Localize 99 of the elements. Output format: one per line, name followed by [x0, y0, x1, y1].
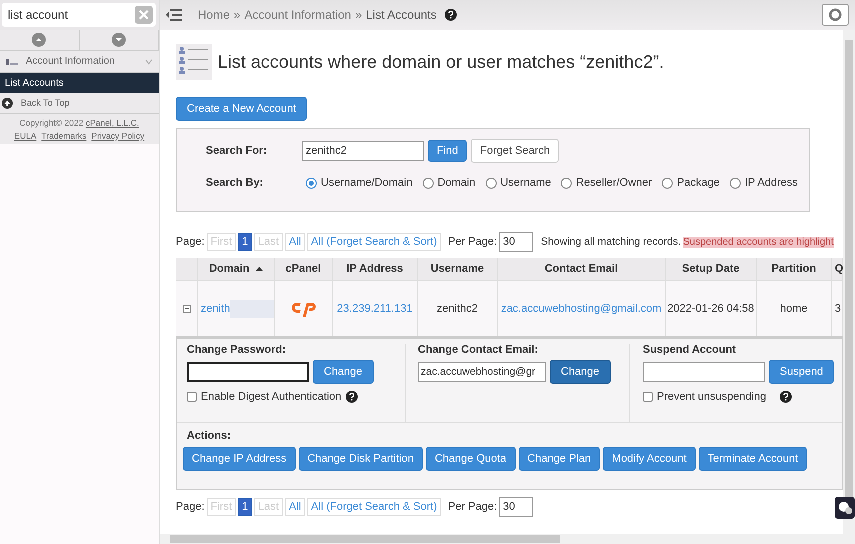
sort-icon	[256, 267, 263, 271]
suspend-reason-field[interactable]	[643, 362, 765, 382]
breadcrumb-current: List Accounts	[366, 8, 437, 22]
vertical-scrollbar[interactable]	[843, 30, 855, 534]
page-button[interactable]: All (Forget Search & Sort)	[307, 233, 442, 251]
search-by-radio[interactable]: Username/Domain	[306, 177, 413, 189]
checkbox-label: Enable Digest Authentication	[201, 391, 342, 403]
breadcrumb-link[interactable]: Account Information	[244, 8, 352, 22]
checkbox[interactable]	[187, 392, 197, 402]
footer-link[interactable]: EULA	[14, 131, 37, 141]
search-by-radio[interactable]: Domain	[422, 177, 476, 189]
action-button[interactable]: Change Quota	[426, 447, 516, 471]
suspended-notice: Suspended accounts are highlight	[683, 236, 834, 248]
column-header[interactable]: Q	[832, 258, 843, 280]
status-text: Showing all matching records.	[541, 236, 682, 248]
per-page-label: Per Page:	[448, 236, 498, 248]
help-icon[interactable]	[444, 9, 457, 21]
password-field[interactable]	[187, 362, 309, 382]
search-by-radio[interactable]: IP Address	[730, 177, 798, 189]
table-cell: home	[780, 302, 808, 314]
current-page-button[interactable]: 1	[238, 498, 252, 516]
search-by-radio[interactable]: Reseller/Owner	[561, 177, 652, 189]
suspend-button[interactable]: Suspend	[769, 360, 834, 384]
radio-button[interactable]	[730, 178, 741, 188]
footer-link[interactable]: Privacy Policy	[92, 131, 145, 141]
table-cell: 2022-01-26 04:58	[668, 302, 754, 314]
find-button[interactable]: Find	[428, 140, 468, 162]
table-link[interactable]: 23.239.211.131	[337, 302, 413, 314]
column-header[interactable]: cPanel	[275, 258, 333, 280]
search-for-field[interactable]: zenithc2	[302, 141, 424, 161]
change-email-label: Change Contact Email:	[418, 344, 540, 356]
create-account-button[interactable]: Create a New Account	[176, 97, 308, 121]
help-icon[interactable]	[780, 391, 792, 403]
table-cell: zenithc2	[437, 302, 478, 314]
per-page-field[interactable]: 30	[499, 232, 534, 252]
radio-button[interactable]	[422, 178, 434, 188]
column-header[interactable]: Username	[418, 258, 498, 280]
domain-link[interactable]: zenith	[201, 302, 230, 314]
contact-email-field[interactable]: zac.accuwebhosting@gr	[418, 362, 546, 382]
page-button[interactable]: All	[285, 233, 306, 251]
forget-search-button[interactable]: Forget Search	[471, 139, 560, 163]
chevron-down-icon[interactable]	[145, 58, 153, 64]
collapse-icon[interactable]	[182, 304, 190, 312]
table-cell: 3	[835, 302, 842, 314]
action-button[interactable]: Change IP Address	[183, 447, 296, 471]
cpanel-link[interactable]: cPanel, L.L.C.	[86, 118, 140, 128]
search-by-radio[interactable]: Username	[486, 177, 552, 189]
page-label: Page:	[176, 501, 205, 513]
action-button[interactable]: Change Disk Partition	[298, 447, 423, 471]
scroll-down-icon[interactable]	[112, 33, 126, 47]
clear-icon[interactable]	[135, 6, 153, 24]
footer-link[interactable]: Trademarks	[42, 131, 87, 141]
breadcrumb-link[interactable]: Home	[198, 8, 230, 22]
scroll-up-icon[interactable]	[32, 33, 46, 47]
change-password-button[interactable]: Change	[313, 360, 374, 384]
page-label: Page:	[176, 236, 205, 248]
search-for-label: Search For:	[206, 145, 268, 157]
breadcrumb-separator: »	[355, 8, 362, 22]
list-accounts-icon	[176, 44, 212, 80]
radio-button[interactable]	[306, 178, 317, 188]
horizontal-scrollbar[interactable]	[160, 534, 855, 544]
cpanel-logo[interactable]	[292, 300, 316, 316]
checkbox[interactable]	[643, 392, 653, 402]
column-header[interactable]: Domain	[198, 258, 275, 280]
per-page-label: Per Page:	[448, 501, 498, 513]
search-by-label: Search By:	[206, 177, 264, 189]
radio-button[interactable]	[486, 178, 497, 188]
accounts-icon	[6, 58, 18, 66]
breadcrumb-separator: »	[234, 8, 241, 22]
help-icon[interactable]	[346, 391, 358, 403]
copyright-text: Copyright© 2022 cPanel, L.L.C.	[20, 118, 140, 128]
suspend-account-label: Suspend Account	[643, 344, 738, 356]
search-by-radio[interactable]: Package	[662, 177, 720, 189]
column-header[interactable]: Contact Email	[498, 258, 666, 280]
back-to-top-link[interactable]: Back To Top	[21, 98, 70, 108]
support-button-icon[interactable]	[822, 4, 849, 26]
checkbox-label: Prevent unsuspending	[657, 391, 766, 403]
chat-icon[interactable]	[835, 497, 855, 519]
action-button[interactable]: Terminate Account	[698, 447, 808, 471]
column-header[interactable]: IP Address	[333, 258, 418, 280]
redaction-blur	[230, 300, 274, 318]
radio-button[interactable]	[561, 178, 572, 188]
action-button[interactable]: Change Plan	[518, 447, 600, 471]
search-box[interactable]: list account	[2, 3, 156, 27]
current-page-button[interactable]: 1	[238, 233, 252, 251]
radio-button[interactable]	[662, 178, 674, 188]
action-button[interactable]: Modify Account	[603, 447, 696, 471]
page-button[interactable]: All	[285, 498, 306, 516]
page-title: List accounts where domain or user matches “zenithc2”.	[218, 52, 664, 72]
column-header[interactable]: Partition	[757, 258, 832, 280]
arrow-up-icon[interactable]	[2, 98, 13, 108]
actions-label: Actions:	[186, 430, 232, 442]
menu-icon[interactable]	[166, 9, 182, 21]
change-email-button[interactable]: Change	[550, 360, 611, 384]
change-password-label: Change Password:	[187, 344, 288, 356]
per-page-field[interactable]: 30	[499, 497, 534, 517]
column-header[interactable]: Setup Date	[666, 258, 757, 280]
sidebar-item[interactable]: List Accounts	[0, 73, 159, 93]
page-button[interactable]: All (Forget Search & Sort)	[307, 498, 442, 516]
